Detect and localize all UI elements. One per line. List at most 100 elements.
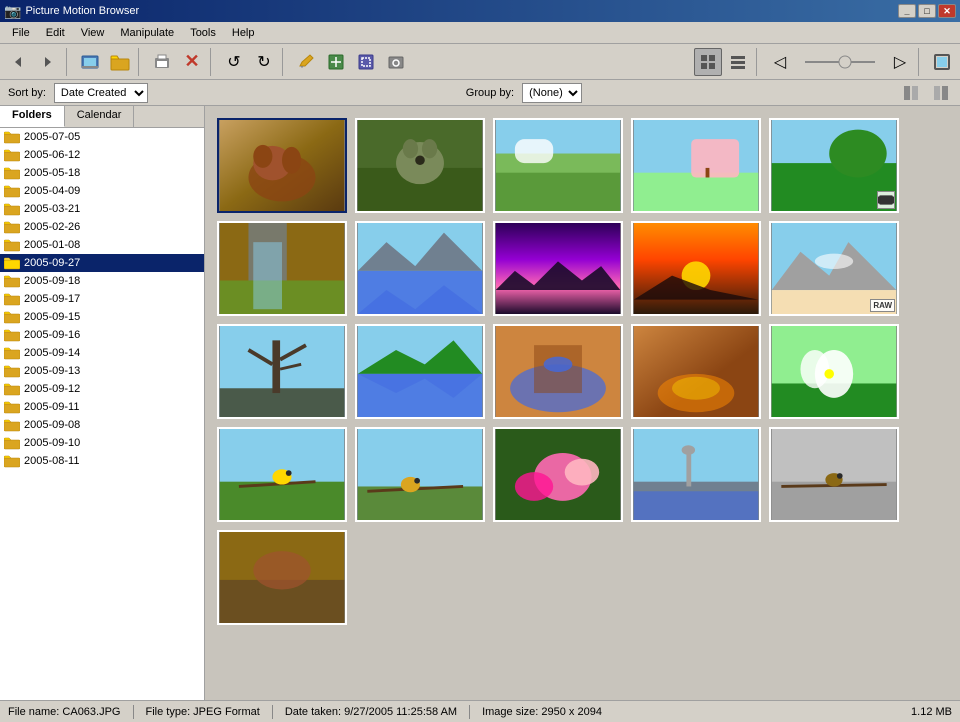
folder-item[interactable]: 2005-09-13 xyxy=(0,362,204,380)
crop-button[interactable] xyxy=(352,48,380,76)
back-button[interactable] xyxy=(4,48,32,76)
photo-thumbnail[interactable] xyxy=(217,118,347,213)
photo-thumbnail[interactable] xyxy=(217,324,347,419)
folder-button[interactable] xyxy=(106,48,134,76)
folder-item[interactable]: 2005-09-11 xyxy=(0,398,204,416)
size-slider-container xyxy=(800,54,880,70)
photo-thumbnail[interactable] xyxy=(217,221,347,316)
folder-item[interactable]: 2005-07-05 xyxy=(0,128,204,146)
folder-label: 2005-01-08 xyxy=(24,239,80,251)
folder-item[interactable]: 2005-08-11 xyxy=(0,452,204,470)
photo-thumbnail[interactable] xyxy=(631,427,761,522)
menu-file[interactable]: File xyxy=(4,25,38,41)
photo-thumbnail[interactable] xyxy=(493,221,623,316)
folder-item[interactable]: 2005-03-21 xyxy=(0,200,204,218)
edit-button[interactable] xyxy=(292,48,320,76)
folder-icon xyxy=(4,148,20,162)
folder-icon xyxy=(4,202,20,216)
tab-folders[interactable]: Folders xyxy=(0,106,65,127)
export-button[interactable] xyxy=(382,48,410,76)
photo-thumbnail[interactable] xyxy=(493,118,623,213)
photo-thumbnail[interactable] xyxy=(631,118,761,213)
photo-thumbnail[interactable] xyxy=(355,221,485,316)
group-select[interactable]: (None) Date Type Size xyxy=(522,83,582,103)
list-view-button[interactable] xyxy=(724,48,752,76)
folder-label: 2005-08-11 xyxy=(24,455,79,467)
tab-calendar[interactable]: Calendar xyxy=(65,106,135,127)
statusbar: File name: CA063.JPG File type: JPEG For… xyxy=(0,700,960,722)
menu-edit[interactable]: Edit xyxy=(38,25,73,41)
folder-label: 2005-02-26 xyxy=(24,221,80,233)
browse-button[interactable] xyxy=(76,48,104,76)
photo-thumbnail[interactable] xyxy=(355,118,485,213)
thumbnail-view-button[interactable] xyxy=(694,48,722,76)
photo-thumbnail[interactable] xyxy=(217,427,347,522)
folder-item[interactable]: 2005-05-18 xyxy=(0,164,204,182)
folder-label: 2005-09-15 xyxy=(24,311,80,323)
close-button[interactable]: ✕ xyxy=(938,4,956,18)
menu-view[interactable]: View xyxy=(73,25,113,41)
folder-item[interactable]: 2005-09-12 xyxy=(0,380,204,398)
rotate-right-button[interactable]: ↻ xyxy=(250,48,278,76)
status-filetype: File type: JPEG Format xyxy=(146,706,260,718)
photo-thumbnail[interactable] xyxy=(769,118,899,213)
photo-thumbnail[interactable] xyxy=(631,324,761,419)
folder-item[interactable]: 2005-09-27 xyxy=(0,254,204,272)
film-badge xyxy=(877,191,895,209)
photo-thumbnail[interactable] xyxy=(217,530,347,625)
sortbar: Sort by: Date Created Date Modified File… xyxy=(0,80,960,106)
menu-manipulate[interactable]: Manipulate xyxy=(112,25,182,41)
maximize-button[interactable]: □ xyxy=(918,4,936,18)
view-toggle-right[interactable] xyxy=(930,82,952,104)
photo-thumbnail[interactable] xyxy=(769,324,899,419)
folder-icon xyxy=(4,364,20,378)
folder-icon xyxy=(4,346,20,360)
separator-3 xyxy=(210,48,216,76)
status-sep-1 xyxy=(133,705,134,719)
folder-item[interactable]: 2005-09-08 xyxy=(0,416,204,434)
group-by-label: Group by: xyxy=(466,87,514,99)
folder-item[interactable]: 2005-01-08 xyxy=(0,236,204,254)
next-image-button[interactable]: ▷ xyxy=(886,48,914,76)
fullscreen-button[interactable] xyxy=(928,48,956,76)
prev-image-button[interactable]: ◁ xyxy=(766,48,794,76)
folder-list[interactable]: 2005-07-05 2005-06-12 2005-05-18 2005-04… xyxy=(0,128,204,700)
folder-item[interactable]: 2005-09-15 xyxy=(0,308,204,326)
photo-thumbnail[interactable] xyxy=(769,427,899,522)
forward-button[interactable] xyxy=(34,48,62,76)
folder-label: 2005-09-14 xyxy=(24,347,80,359)
folder-item[interactable]: 2005-02-26 xyxy=(0,218,204,236)
folder-item[interactable]: 2005-09-17 xyxy=(0,290,204,308)
photo-thumbnail[interactable] xyxy=(355,427,485,522)
minimize-button[interactable]: _ xyxy=(898,4,916,18)
enhance-button[interactable] xyxy=(322,48,350,76)
sort-select[interactable]: Date Created Date Modified File Name Fil… xyxy=(54,83,148,103)
photo-thumbnail[interactable] xyxy=(355,324,485,419)
photo-thumbnail[interactable] xyxy=(493,427,623,522)
folder-label: 2005-09-08 xyxy=(24,419,80,431)
status-sep-3 xyxy=(469,705,470,719)
photo-thumbnail[interactable] xyxy=(631,221,761,316)
folder-item[interactable]: 2005-04-09 xyxy=(0,182,204,200)
menu-tools[interactable]: Tools xyxy=(182,25,224,41)
folder-item[interactable]: 2005-06-12 xyxy=(0,146,204,164)
folder-icon xyxy=(4,292,20,306)
delete-button[interactable]: ✕ xyxy=(178,48,206,76)
left-panel: Folders Calendar 2005-07-05 2005-06-12 2… xyxy=(0,106,205,700)
view-toggle-left[interactable] xyxy=(900,82,922,104)
folder-icon xyxy=(4,238,20,252)
print-button[interactable] xyxy=(148,48,176,76)
folder-icon xyxy=(4,274,20,288)
folder-icon xyxy=(4,418,20,432)
main-area: Folders Calendar 2005-07-05 2005-06-12 2… xyxy=(0,106,960,700)
menu-help[interactable]: Help xyxy=(224,25,263,41)
separator-1 xyxy=(66,48,72,76)
folder-item[interactable]: 2005-09-10 xyxy=(0,434,204,452)
folder-item[interactable]: 2005-09-16 xyxy=(0,326,204,344)
folder-item[interactable]: 2005-09-14 xyxy=(0,344,204,362)
folder-item[interactable]: 2005-09-18 xyxy=(0,272,204,290)
rotate-left-button[interactable]: ↺ xyxy=(220,48,248,76)
folder-label: 2005-09-16 xyxy=(24,329,80,341)
photo-thumbnail[interactable] xyxy=(493,324,623,419)
photo-thumbnail[interactable]: RAW xyxy=(769,221,899,316)
